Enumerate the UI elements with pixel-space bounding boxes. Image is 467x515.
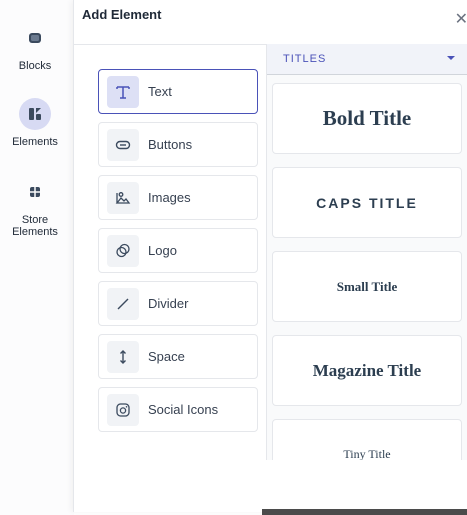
element-label: Text xyxy=(148,84,172,99)
images-icon xyxy=(107,181,139,214)
element-label: Social Icons xyxy=(148,402,219,417)
left-rail: Blocks Elements Store Elements xyxy=(0,0,74,515)
element-label: Images xyxy=(148,190,191,205)
text-icon xyxy=(107,75,139,108)
element-label: Space xyxy=(148,349,185,364)
rail-item-blocks[interactable]: Blocks xyxy=(0,22,70,72)
panel-title: Add Element xyxy=(82,7,162,22)
rail-item-store-elements[interactable]: Store Elements xyxy=(0,176,70,238)
title-preset-caps[interactable]: CAPS TITLE xyxy=(272,167,462,238)
element-label: Buttons xyxy=(148,137,193,152)
title-preset-label: Magazine Title xyxy=(312,360,422,380)
rail-label-blocks: Blocks xyxy=(18,60,52,72)
elements-icon xyxy=(19,98,51,130)
element-item-logo[interactable]: Logo xyxy=(98,228,258,273)
store-elements-icon xyxy=(19,176,51,208)
element-item-divider[interactable]: Divider xyxy=(98,281,258,326)
element-label: Divider xyxy=(148,296,189,311)
title-preset-label: Small Title xyxy=(336,278,398,294)
title-preset-small[interactable]: Small Title xyxy=(272,251,462,322)
element-item-buttons[interactable]: Buttons xyxy=(98,122,258,167)
rail-label-elements: Elements xyxy=(12,136,58,148)
rail-item-elements[interactable]: Elements xyxy=(0,98,70,148)
title-preset-label: Bold Title xyxy=(322,106,412,130)
title-preset-bold[interactable]: Bold Title xyxy=(272,83,462,154)
element-item-images[interactable]: Images xyxy=(98,175,258,220)
titles-panel: TITLES Bold Title CAPS TITLE Small Title… xyxy=(266,44,467,460)
element-label: Logo xyxy=(148,243,177,258)
blocks-icon xyxy=(19,22,51,54)
element-item-space[interactable]: Space xyxy=(98,334,258,379)
rail-label-store-elements: Store Elements xyxy=(12,214,58,238)
title-preset-magazine[interactable]: Magazine Title xyxy=(272,335,462,406)
element-item-text[interactable]: Text xyxy=(98,69,258,114)
title-preset-label: CAPS TITLE xyxy=(316,194,418,211)
titles-category-label: TITLES xyxy=(283,53,327,65)
chevron-down-icon xyxy=(447,56,455,60)
panel-header: Add Element ✕ xyxy=(74,0,467,45)
divider-icon xyxy=(107,287,139,320)
close-icon[interactable]: ✕ xyxy=(455,12,467,28)
buttons-icon xyxy=(107,128,139,161)
canvas-edge xyxy=(262,509,467,515)
title-preset-label: Tiny Title xyxy=(343,447,391,460)
social-icons-icon xyxy=(107,393,139,426)
titles-category-select[interactable]: TITLES xyxy=(267,44,467,75)
element-list: Text Buttons Images Logo Divider Space S… xyxy=(98,69,258,440)
element-item-social-icons[interactable]: Social Icons xyxy=(98,387,258,432)
space-icon xyxy=(107,340,139,373)
logo-icon xyxy=(107,234,139,267)
title-preset-tiny[interactable]: Tiny Title xyxy=(272,419,462,460)
add-element-panel: Add Element ✕ Text Buttons Images Logo D… xyxy=(73,0,467,512)
